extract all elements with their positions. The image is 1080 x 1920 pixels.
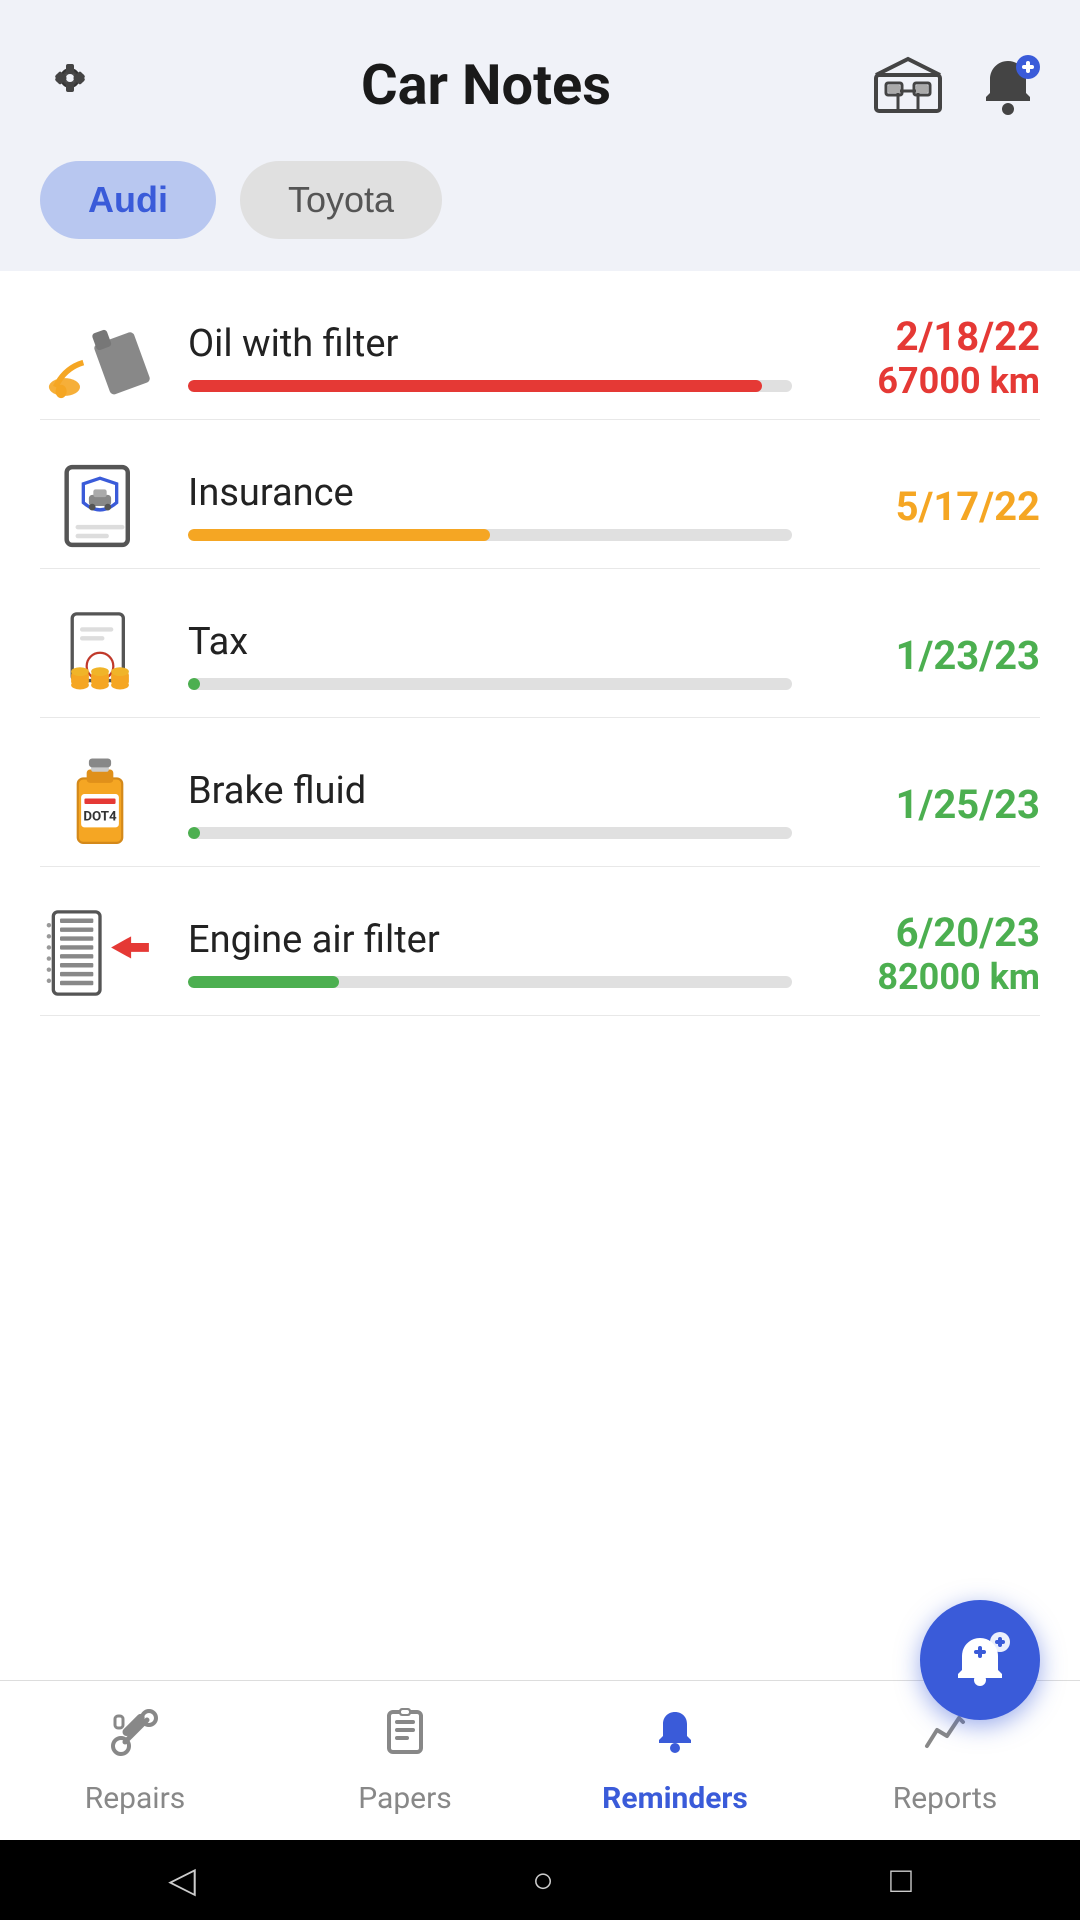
reminder-tax-progress-fill [188, 678, 200, 690]
nav-papers[interactable]: Papers [270, 1690, 540, 1832]
reminder-insurance-info: Insurance [188, 471, 792, 541]
add-reminder-fab[interactable] [920, 1600, 1040, 1720]
reminder-brake-progress-bg [188, 827, 792, 839]
reminder-oil-info: Oil with filter [188, 322, 792, 392]
reminder-brake-info: Brake fluid [188, 769, 792, 839]
add-reminder-header-icon[interactable] [976, 53, 1040, 117]
bottom-navigation: Repairs Papers [0, 1680, 1080, 1840]
reminder-item[interactable]: Tax 1/23/23 [40, 569, 1040, 718]
android-recents-button[interactable]: □ [890, 1859, 912, 1901]
nav-reminders-label: Reminders [602, 1781, 748, 1816]
reminder-item[interactable]: Insurance 5/17/22 [40, 420, 1040, 569]
reminder-insurance-progress-fill [188, 529, 490, 541]
reminder-airfilter-km: 82000 km [877, 956, 1040, 998]
reminder-oil-km: 67000 km [877, 360, 1040, 402]
reminder-oil-name: Oil with filter [188, 322, 792, 366]
header: Car Notes [0, 0, 1080, 145]
svg-text:DOT4: DOT4 [83, 810, 117, 825]
reminder-airfilter-name: Engine air filter [188, 918, 792, 962]
reminder-airfilter-info: Engine air filter [188, 918, 792, 988]
reminder-airfilter-progress-bg [188, 976, 792, 988]
papers-icon [379, 1706, 431, 1771]
reminder-insurance-progress-bg [188, 529, 792, 541]
car-tabs: Audi Toyota [0, 145, 1080, 271]
reminder-airfilter-date: 6/20/23 [896, 909, 1040, 956]
reminder-brake-dates: 1/25/23 [820, 781, 1040, 828]
reminder-airfilter-dates: 6/20/23 82000 km [820, 909, 1040, 998]
reminder-tax-progress-bg [188, 678, 792, 690]
reminder-item[interactable]: Engine air filter 6/20/23 82000 km [40, 867, 1040, 1016]
brake-fluid-icon: DOT4 [40, 754, 160, 854]
reminder-item[interactable]: Oil with filter 2/18/22 67000 km [40, 271, 1040, 420]
reminder-insurance-name: Insurance [188, 471, 792, 515]
settings-icon[interactable] [40, 48, 100, 121]
reminder-brake-date: 1/25/23 [896, 781, 1040, 828]
tab-toyota[interactable]: Toyota [240, 161, 442, 239]
header-actions [872, 53, 1040, 117]
nav-repairs-label: Repairs [85, 1781, 186, 1816]
android-home-button[interactable]: ○ [532, 1859, 554, 1901]
wrench-icon [109, 1706, 161, 1771]
oil-icon [40, 307, 160, 407]
reminder-insurance-dates: 5/17/22 [820, 483, 1040, 530]
garage-icon[interactable] [872, 55, 944, 115]
air-filter-icon [40, 903, 160, 1003]
reminders-list: Oil with filter 2/18/22 67000 km [0, 271, 1080, 1680]
bell-icon [649, 1706, 701, 1771]
reminder-oil-date: 2/18/22 [896, 313, 1040, 360]
reminder-tax-date: 1/23/23 [896, 632, 1040, 679]
reminder-tax-name: Tax [188, 620, 792, 664]
tax-icon [40, 605, 160, 705]
reminder-item[interactable]: DOT4 Brake fluid 1/25/23 [40, 718, 1040, 867]
tab-audi[interactable]: Audi [40, 161, 216, 239]
reminder-oil-dates: 2/18/22 67000 km [820, 313, 1040, 402]
reminder-insurance-date: 5/17/22 [896, 483, 1040, 530]
reminder-tax-dates: 1/23/23 [820, 632, 1040, 679]
reminder-brake-name: Brake fluid [188, 769, 792, 813]
android-nav-bar: ◁ ○ □ [0, 1840, 1080, 1920]
insurance-icon [40, 456, 160, 556]
nav-repairs[interactable]: Repairs [0, 1690, 270, 1832]
nav-reports[interactable]: Reports [810, 1690, 1080, 1832]
reminder-tax-info: Tax [188, 620, 792, 690]
nav-reminders[interactable]: Reminders [540, 1690, 810, 1832]
reminder-airfilter-progress-fill [188, 976, 339, 988]
reminder-oil-progress-bg [188, 380, 792, 392]
nav-reports-label: Reports [893, 1781, 998, 1816]
nav-papers-label: Papers [358, 1781, 452, 1816]
page-title: Car Notes [100, 52, 872, 118]
reminder-oil-progress-fill [188, 380, 762, 392]
reminder-brake-progress-fill [188, 827, 200, 839]
android-back-button[interactable]: ◁ [168, 1859, 196, 1901]
